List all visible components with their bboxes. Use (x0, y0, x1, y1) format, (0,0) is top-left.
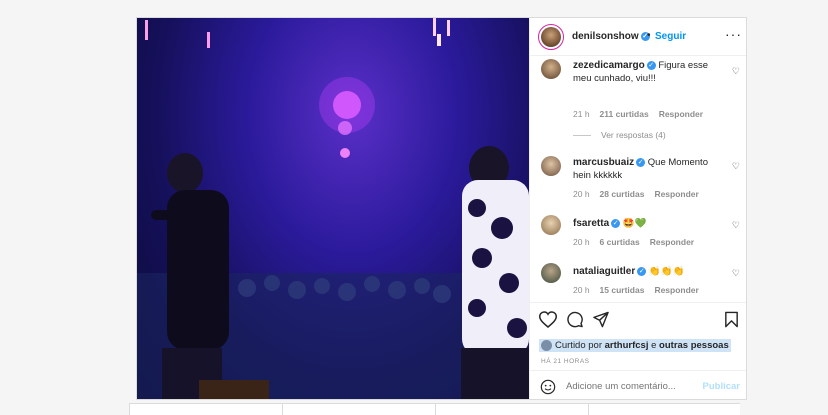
avatar[interactable] (538, 24, 564, 50)
share-icon[interactable] (592, 311, 610, 328)
bookmark-icon[interactable] (724, 311, 739, 328)
follow-button[interactable]: Seguir (655, 31, 686, 42)
add-comment-row: Publicar (530, 370, 746, 399)
comment-input[interactable] (566, 381, 696, 392)
reply-button[interactable]: Responder (654, 285, 698, 295)
comment-text: zezedicamargo ✓ Figura esse meu cunhado, … (573, 60, 708, 84)
post-header: denilsonshow ✓ • Seguir ··· (530, 18, 746, 56)
reply-button[interactable]: Responder (659, 109, 703, 119)
separator-dot: • (647, 30, 651, 41)
stage-scene (137, 18, 529, 399)
comment-icon[interactable] (566, 311, 584, 328)
comment-text: fsaretta ✓ 🤩💚 (573, 218, 647, 229)
like-comment-icon[interactable]: ♡ (732, 220, 740, 231)
instagram-post: denilsonshow ✓ • Seguir ··· zezedicamargo… (136, 17, 747, 400)
liked-by: Curtido por arthurfcsj e outras pessoas (539, 339, 731, 353)
avatar[interactable] (541, 59, 561, 79)
comment-meta: 20 h 28 curtidas Responder (573, 189, 699, 199)
post-sidebar: denilsonshow ✓ • Seguir ··· zezedicamargo… (529, 18, 746, 399)
post-video[interactable] (137, 18, 529, 399)
avatar (541, 340, 552, 351)
comment-text: nataliaguitler ✓ 👏👏👏 (573, 266, 685, 277)
comment-meta: 20 h6 curtidas Responder (573, 237, 695, 247)
comment-meta: 21 h 211 curtidas Responder (573, 109, 704, 119)
like-comment-icon[interactable]: ♡ (732, 66, 740, 77)
performer-right (461, 146, 529, 399)
verified-icon: ✓ (611, 218, 621, 228)
post-actions: Curtido por arthurfcsj e outras pessoas … (530, 302, 746, 399)
avatar[interactable] (541, 215, 561, 235)
next-post-edge (129, 403, 740, 415)
comment-text: marcusbuaiz ✓ Que Momento hein kkkkkk (573, 157, 708, 181)
emoji-icon[interactable] (540, 379, 556, 395)
verified-icon: ✓ (646, 60, 656, 70)
avatar[interactable] (541, 156, 561, 176)
like-comment-icon[interactable]: ♡ (732, 161, 740, 172)
comment-meta: 20 h 15 curtidas Responder (573, 285, 699, 295)
heart-icon[interactable] (539, 311, 557, 328)
like-comment-icon[interactable]: ♡ (732, 268, 740, 279)
publish-button[interactable]: Publicar (703, 381, 741, 392)
view-replies-button[interactable]: Ver respostas (4) (573, 130, 666, 140)
comments-list[interactable]: zezedicamargo ✓ Figura esse meu cunhado, … (530, 56, 746, 302)
verified-icon: ✓ (637, 266, 647, 276)
reply-button[interactable]: Responder (650, 237, 694, 247)
more-options-icon[interactable]: ··· (725, 26, 742, 42)
reply-button[interactable]: Responder (654, 189, 698, 199)
author-username[interactable]: denilsonshow ✓ (572, 31, 650, 42)
avatar[interactable] (541, 263, 561, 283)
verified-icon: ✓ (636, 157, 646, 167)
post-timestamp[interactable]: HÁ 21 HORAS (541, 358, 590, 365)
